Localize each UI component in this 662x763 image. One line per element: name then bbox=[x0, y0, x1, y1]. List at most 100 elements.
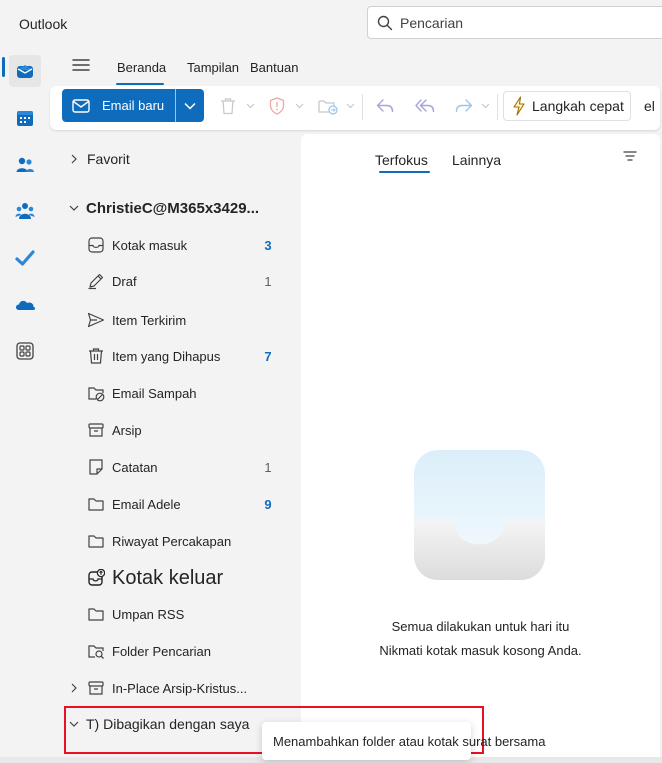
app-more-apps-button[interactable] bbox=[9, 335, 41, 367]
chevron-down-icon bbox=[246, 103, 255, 109]
empty-state-title: Semua dilakukan untuk hari itu bbox=[391, 619, 570, 634]
folder-item-email-adele[interactable]: Email Adele 9 bbox=[50, 487, 300, 521]
folder-label: Kotak masuk bbox=[112, 237, 188, 253]
apps-grid-icon bbox=[16, 342, 34, 360]
folder-item-inbox[interactable]: Kotak masuk 3 bbox=[50, 228, 300, 262]
todo-check-icon bbox=[15, 250, 35, 266]
onedrive-icon bbox=[16, 300, 36, 310]
folder-pane: Favorit ChristieC@M365x3429... Kotak mas… bbox=[50, 130, 300, 763]
filter-icon[interactable] bbox=[623, 150, 637, 162]
app-todo-button[interactable] bbox=[9, 242, 41, 274]
new-mail-label: Email baru bbox=[102, 98, 165, 113]
chevron-down-icon bbox=[69, 205, 79, 211]
inplace-archive-label: In-Place Arsip-Kristus... bbox=[112, 680, 248, 696]
inplace-archive-section[interactable]: In-Place Arsip-Kristus... bbox=[50, 671, 300, 705]
move-to-folder-button[interactable] bbox=[318, 96, 355, 116]
app-calendar-button[interactable] bbox=[9, 102, 41, 134]
active-mail-tab-indicator bbox=[379, 171, 430, 173]
tab-bantuan[interactable]: Bantuan bbox=[250, 60, 298, 75]
folder-item-archive[interactable]: Arsip bbox=[50, 413, 300, 447]
trash-icon bbox=[221, 98, 235, 115]
folder-icon bbox=[88, 608, 104, 621]
empty-inbox-illustration bbox=[414, 450, 545, 580]
reply-button[interactable] bbox=[376, 96, 394, 116]
lightning-icon bbox=[513, 96, 525, 116]
search-icon bbox=[377, 15, 393, 31]
tooltip-text: Menambahkan folder atau kotak surat bers… bbox=[273, 734, 546, 749]
title-bar: Outlook bbox=[0, 0, 662, 46]
account-section[interactable]: ChristieC@M365x3429... bbox=[50, 191, 300, 225]
reply-all-icon bbox=[415, 99, 435, 113]
search-folder-icon bbox=[88, 645, 104, 659]
app-bar bbox=[0, 46, 50, 763]
folder-icon bbox=[88, 535, 104, 548]
mail-icon bbox=[72, 98, 90, 113]
search-input[interactable] bbox=[400, 14, 650, 32]
quick-steps-button[interactable]: Langkah cepat bbox=[503, 91, 631, 121]
folder-item-sent[interactable]: Item Terkirim bbox=[50, 303, 300, 337]
new-mail-split-button: Email baru bbox=[62, 89, 204, 122]
folder-label: Folder Pencarian bbox=[112, 643, 211, 659]
reply-icon bbox=[376, 99, 394, 113]
note-icon bbox=[89, 459, 103, 475]
sent-icon bbox=[87, 312, 105, 328]
folder-item-outbox[interactable]: Kotak keluar bbox=[50, 561, 300, 595]
toolbar-overflow-label[interactable]: el bbox=[644, 98, 655, 114]
forward-icon bbox=[455, 99, 473, 113]
folder-label: Email Sampah bbox=[112, 385, 197, 401]
app-onedrive-button[interactable] bbox=[9, 289, 41, 321]
empty-state-subtitle: Nikmati kotak masuk kosong Anda. bbox=[379, 643, 582, 658]
quick-steps-label: Langkah cepat bbox=[532, 98, 624, 114]
folder-item-conversation-history[interactable]: Riwayat Percakapan bbox=[50, 524, 300, 558]
folder-label: Draf bbox=[112, 273, 137, 289]
tab-focused[interactable]: Terfokus bbox=[375, 152, 428, 168]
mail-app-icon bbox=[17, 65, 33, 78]
folder-item-search-folders[interactable]: Folder Pencarian bbox=[50, 634, 300, 668]
forward-button[interactable] bbox=[455, 96, 490, 116]
active-app-indicator bbox=[2, 57, 5, 77]
tab-tampilan[interactable]: Tampilan bbox=[187, 60, 239, 75]
folder-label: Arsip bbox=[112, 422, 142, 438]
chevron-right-icon bbox=[71, 154, 77, 164]
drafts-icon bbox=[88, 273, 104, 290]
outbox-icon bbox=[88, 569, 105, 586]
unread-count: 7 bbox=[264, 348, 272, 364]
reply-all-button[interactable] bbox=[415, 96, 435, 116]
folder-item-rss[interactable]: Umpan RSS bbox=[50, 597, 300, 631]
chevron-down-icon bbox=[346, 103, 355, 109]
search-box[interactable] bbox=[367, 6, 662, 39]
folder-item-drafts[interactable]: Draf 1 bbox=[50, 264, 300, 298]
report-button[interactable] bbox=[269, 96, 304, 116]
delete-button[interactable] bbox=[220, 96, 255, 116]
app-groups-button[interactable] bbox=[9, 195, 41, 227]
people-icon bbox=[16, 157, 34, 172]
new-mail-button[interactable]: Email baru bbox=[62, 89, 174, 122]
app-people-button[interactable] bbox=[9, 149, 41, 181]
archive-icon bbox=[88, 423, 104, 437]
app-title: Outlook bbox=[19, 16, 68, 32]
chevron-down-icon bbox=[184, 102, 196, 110]
folder-label: Email Adele bbox=[112, 496, 181, 512]
favorites-label: Favorit bbox=[87, 151, 130, 167]
trash-icon bbox=[89, 348, 103, 364]
folder-label: Item Terkirim bbox=[112, 312, 187, 328]
junk-folder-icon bbox=[88, 387, 105, 402]
account-label: ChristieC@M365x3429... bbox=[86, 199, 260, 217]
favorites-section[interactable]: Favorit bbox=[50, 142, 300, 176]
hamburger-menu-icon[interactable] bbox=[71, 57, 91, 73]
chevron-down-icon bbox=[481, 103, 490, 109]
tooltip: Menambahkan folder atau kotak surat bers… bbox=[262, 722, 545, 760]
toolbar-divider bbox=[362, 94, 363, 120]
unread-count: 3 bbox=[264, 237, 272, 253]
folder-item-notes[interactable]: Catatan 1 bbox=[50, 450, 300, 484]
new-mail-dropdown-button[interactable] bbox=[176, 89, 204, 122]
calendar-icon bbox=[17, 111, 33, 126]
tab-other[interactable]: Lainnya bbox=[452, 152, 501, 168]
folder-item-deleted[interactable]: Item yang Dihapus 7 bbox=[50, 339, 300, 373]
folder-item-junk[interactable]: Email Sampah bbox=[50, 376, 300, 410]
folder-label: Kotak keluar bbox=[112, 566, 224, 589]
tab-beranda[interactable]: Beranda bbox=[117, 60, 166, 75]
folder-label: Riwayat Percakapan bbox=[112, 533, 232, 549]
folder-label: Catatan bbox=[112, 459, 158, 475]
app-mail-button[interactable] bbox=[9, 55, 41, 87]
